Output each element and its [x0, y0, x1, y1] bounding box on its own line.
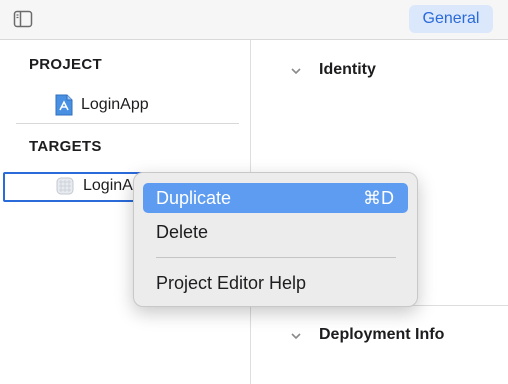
menu-item-duplicate[interactable]: Duplicate ⌘D — [143, 183, 408, 213]
toolbar: General — [0, 0, 508, 40]
sidebar-item-label: LoginApp — [81, 96, 149, 113]
targets-section-header: TARGETS — [29, 138, 102, 155]
chevron-down-icon[interactable] — [290, 329, 302, 341]
chevron-down-icon[interactable] — [290, 64, 302, 76]
menu-item-label: Duplicate — [156, 187, 232, 208]
project-section-header: PROJECT — [29, 56, 102, 73]
sidebar-toggle-icon[interactable] — [13, 9, 33, 29]
menu-item-delete[interactable]: Delete — [143, 217, 408, 247]
identity-section-header[interactable]: Identity — [290, 61, 376, 79]
menu-item-project-editor-help[interactable]: Project Editor Help — [143, 268, 408, 298]
deployment-section-label: Deployment Info — [319, 326, 445, 343]
menu-item-label: Project Editor Help — [156, 272, 307, 293]
menu-separator — [156, 257, 396, 258]
context-menu: Duplicate ⌘D Delete Project Editor Help — [133, 172, 418, 307]
menu-item-label: Delete — [156, 221, 209, 242]
identity-section-label: Identity — [319, 61, 376, 78]
sidebar-divider — [16, 123, 239, 124]
deployment-section-header[interactable]: Deployment Info — [290, 326, 444, 344]
project-file-icon — [54, 94, 74, 116]
tab-general[interactable]: General — [409, 5, 493, 33]
menu-item-shortcut: ⌘D — [363, 187, 394, 208]
app-target-icon — [56, 177, 74, 195]
sidebar-item-project[interactable]: LoginApp — [54, 93, 149, 117]
